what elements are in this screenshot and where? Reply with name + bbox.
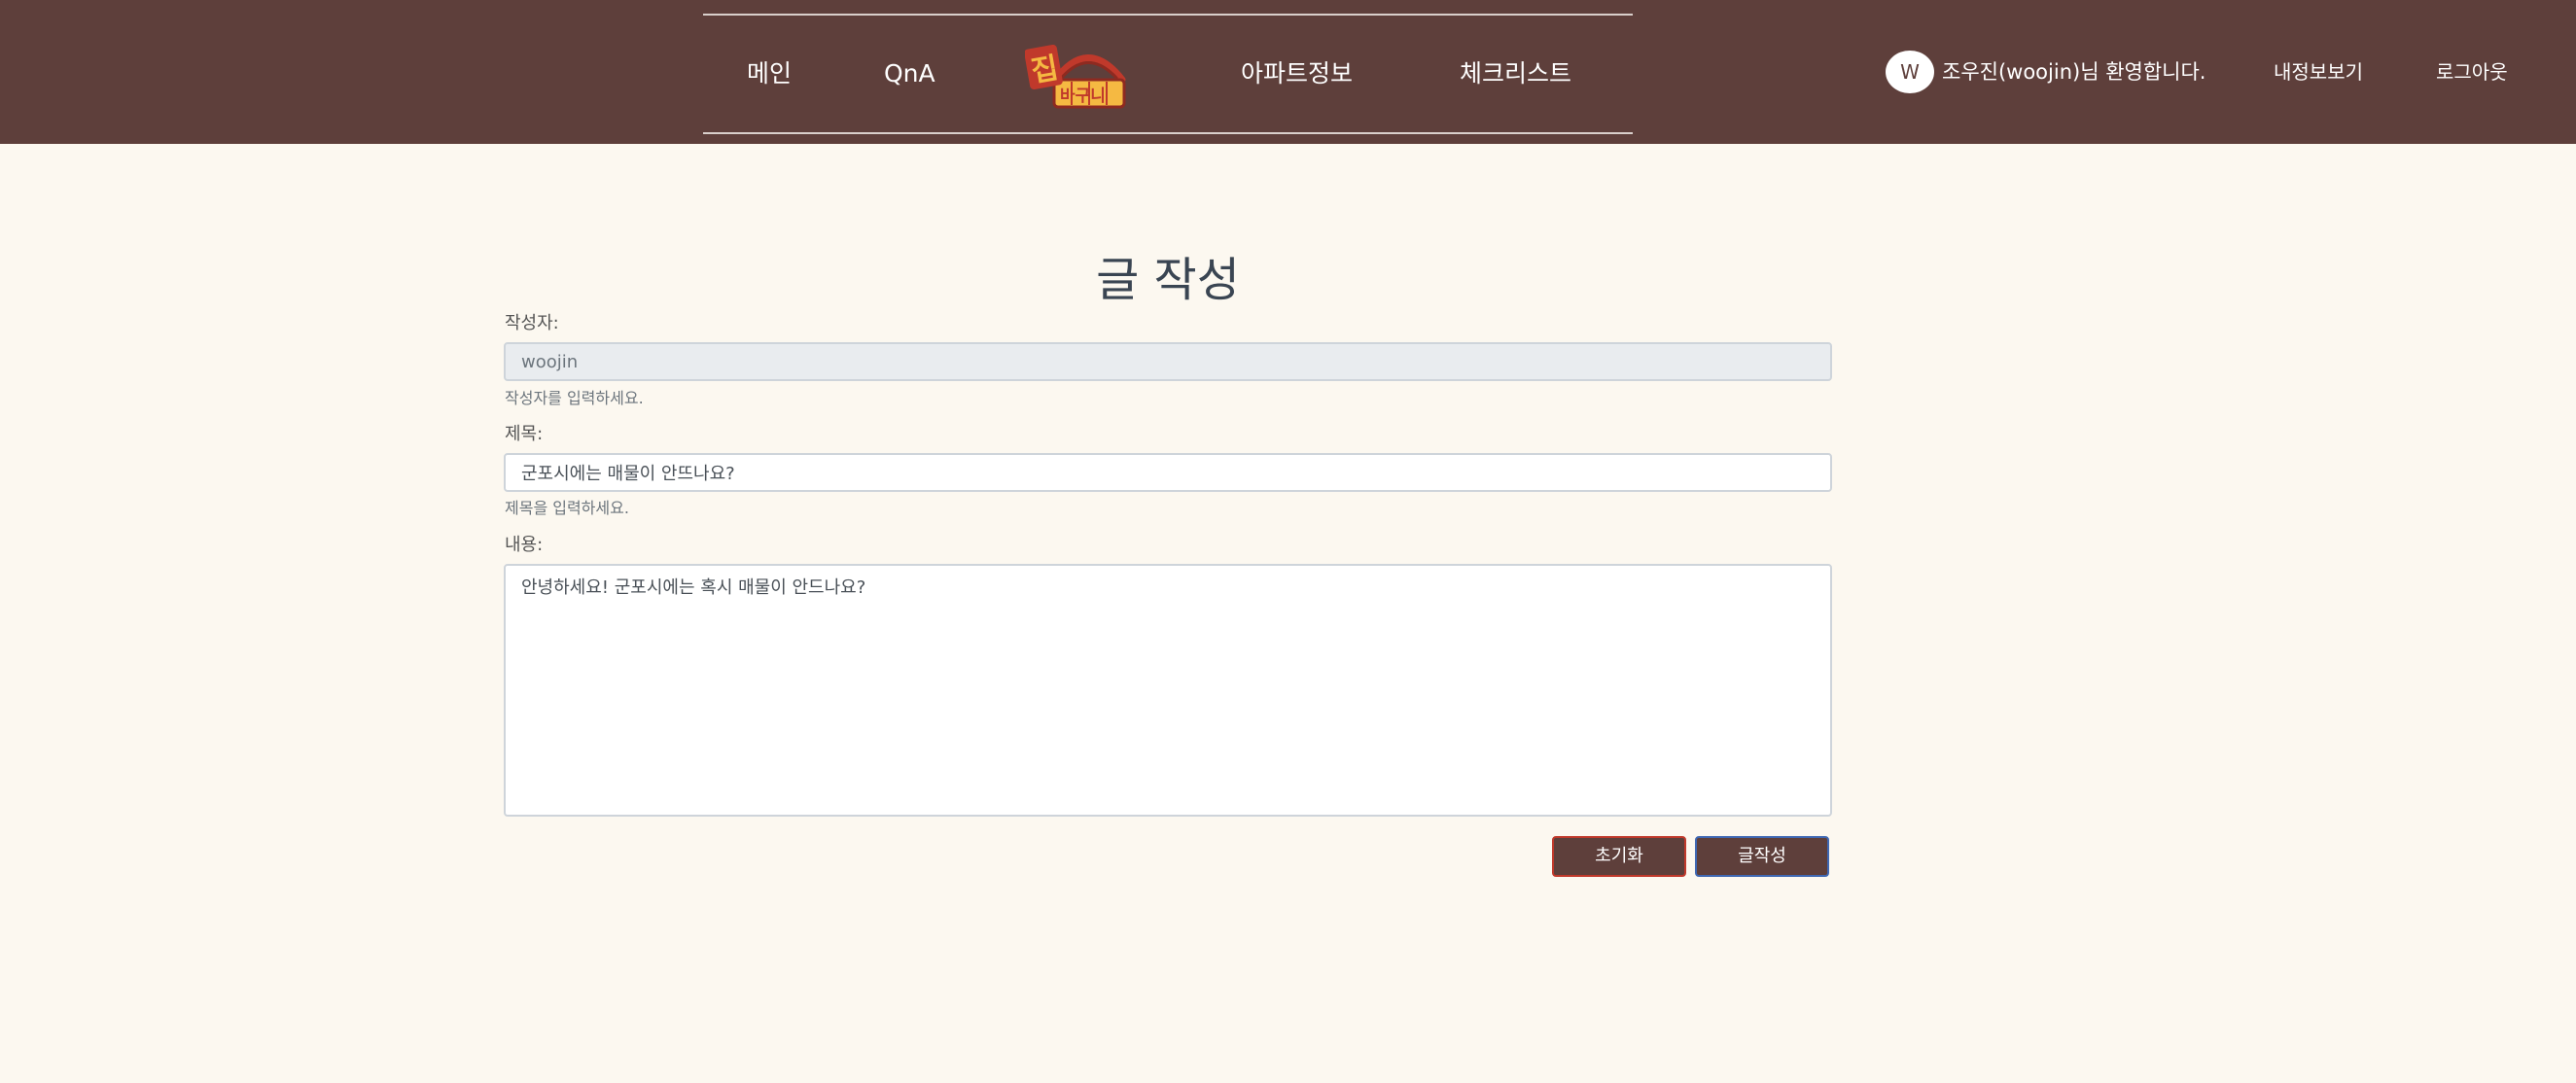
logout-link[interactable]: 로그아웃 [2436, 54, 2508, 89]
nav-main[interactable]: 메인 [747, 16, 792, 132]
page-title: 글 작성 [1096, 253, 1240, 307]
subject-hint: 제목을 입력하세요. [505, 499, 629, 517]
author-label: 작성자: [505, 313, 559, 333]
content-label: 내용: [505, 535, 544, 555]
user-avatar: W [1886, 51, 1934, 93]
my-profile-link[interactable]: 내정보보기 [2274, 54, 2363, 89]
author-hint: 작성자를 입력하세요. [505, 389, 644, 407]
submit-button[interactable]: 글작성 [1695, 836, 1829, 877]
nav-apartment-info[interactable]: 아파트정보 [1241, 16, 1353, 132]
subject-input[interactable] [504, 453, 1832, 492]
author-input[interactable] [504, 342, 1832, 381]
site-logo[interactable]: 집 바구니 [1024, 41, 1149, 111]
top-header: 메인 QnA 집 바구니 아파트정보 체크리스트 W 조우진(woojin)님 … [0, 0, 2576, 144]
main-nav: 메인 QnA 집 바구니 아파트정보 체크리스트 [703, 14, 1633, 134]
nav-qna[interactable]: QnA [884, 16, 935, 132]
reset-button[interactable]: 초기화 [1552, 836, 1686, 877]
content-textarea[interactable]: 안녕하세요! 군포시에는 혹시 매물이 안드나요? [504, 564, 1832, 817]
subject-label: 제목: [505, 424, 544, 444]
welcome-message: 조우진(woojin)님 환영합니다. [1942, 60, 2206, 84]
logo-icon: 집 바구니 [1024, 45, 1126, 109]
logo-text-sub: 바구니 [1060, 87, 1106, 106]
nav-checklist[interactable]: 체크리스트 [1460, 16, 1571, 132]
